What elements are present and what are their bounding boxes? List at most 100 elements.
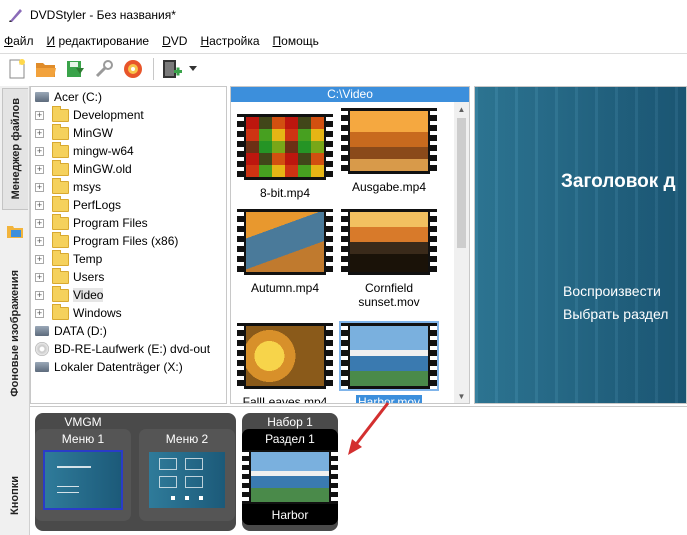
tree-folder[interactable]: + Temp bbox=[35, 249, 103, 268]
file-thumbnail[interactable]: Autumn.mp4 bbox=[235, 209, 335, 296]
expand-icon[interactable]: + bbox=[35, 164, 44, 174]
thumb-chapter-box bbox=[185, 476, 203, 488]
settings-button[interactable] bbox=[91, 57, 117, 81]
tree-folder-label: MinGW bbox=[73, 126, 113, 140]
title-bar: DVDStyler - Без названия* bbox=[0, 0, 687, 30]
expand-icon[interactable]: + bbox=[35, 236, 44, 246]
file-thumbnail[interactable]: 8-bit.mp4 bbox=[235, 114, 335, 201]
chapter-label: Раздел 1 bbox=[265, 432, 315, 446]
open-project-button[interactable] bbox=[33, 57, 59, 81]
file-thumbnail[interactable]: FallLeaves.mp4 bbox=[235, 323, 335, 404]
tree-folder[interactable]: + Development bbox=[35, 105, 144, 124]
toolbar bbox=[0, 53, 687, 83]
burn-dvd-button[interactable] bbox=[120, 57, 146, 81]
folder-image-icon bbox=[7, 226, 23, 238]
file-name: Cornfield sunset.mov bbox=[358, 281, 420, 309]
menu-file[interactable]: Файл bbox=[4, 34, 34, 48]
tree-folder[interactable]: + MinGW bbox=[35, 123, 113, 142]
expand-icon[interactable]: + bbox=[35, 110, 44, 120]
tree-folder[interactable]: + msys bbox=[35, 177, 101, 196]
expand-icon[interactable]: + bbox=[35, 272, 44, 282]
tab-backgrounds-label: Фоновые изображения bbox=[9, 269, 21, 397]
scroll-up-icon[interactable]: ▲ bbox=[454, 102, 469, 117]
open-folder-icon bbox=[36, 62, 56, 77]
thumb-nav-dot bbox=[199, 496, 203, 500]
tree-folder[interactable]: + PerfLogs bbox=[35, 195, 121, 214]
tree-folder[interactable]: + Users bbox=[35, 267, 104, 286]
expand-icon[interactable]: + bbox=[35, 290, 44, 300]
tab-buttons[interactable]: Кнопки bbox=[2, 456, 28, 534]
tree-folder[interactable]: + Windows bbox=[35, 303, 122, 322]
titleset-1-label: Набор 1 bbox=[267, 415, 313, 429]
add-file-dropdown-button[interactable] bbox=[187, 57, 199, 81]
thumb-chapter-box bbox=[185, 458, 203, 470]
new-project-button[interactable] bbox=[4, 57, 30, 81]
tab-file-manager[interactable]: Менеджер файлов bbox=[2, 88, 28, 210]
file-thumbnail[interactable]: Cornfield sunset.mov bbox=[339, 209, 439, 309]
tab-buttons-label: Кнопки bbox=[9, 475, 21, 515]
title-1-card[interactable]: Раздел 1 Harbor bbox=[242, 429, 338, 525]
expand-icon[interactable]: + bbox=[35, 218, 44, 228]
file-thumbnail[interactable]: Ausgabe.mp4 bbox=[339, 108, 439, 195]
scrollbar-thumb[interactable] bbox=[457, 118, 466, 248]
hard-drive-icon bbox=[35, 326, 49, 336]
tree-drive-e[interactable]: BD-RE-Laufwerk (E:) dvd-out bbox=[32, 340, 210, 358]
expand-icon[interactable]: + bbox=[35, 146, 44, 156]
menu-help[interactable]: Помощь bbox=[273, 34, 319, 48]
file-thumbnail-selected[interactable]: Harbor.mov bbox=[339, 321, 439, 403]
tree-drive-x[interactable]: Lokaler Datenträger (X:) bbox=[32, 358, 183, 376]
tree-drive-label: BD-RE-Laufwerk (E:) dvd-out bbox=[54, 342, 211, 356]
burn-disc-icon bbox=[124, 59, 142, 78]
tree-folder[interactable]: + mingw-w64 bbox=[35, 141, 134, 160]
toolbar-separator bbox=[153, 57, 154, 80]
hard-drive-icon bbox=[35, 92, 49, 102]
menu-1-card[interactable]: Меню 1 bbox=[35, 429, 131, 521]
folder-icon bbox=[52, 249, 69, 266]
tree-folder[interactable]: + Program Files (x86) bbox=[35, 231, 178, 250]
tree-drive-label: Acer (C:) bbox=[54, 90, 102, 104]
menu-2-card[interactable]: Меню 2 bbox=[139, 429, 235, 521]
save-project-button[interactable] bbox=[62, 57, 88, 81]
tree-drive-d[interactable]: DATA (D:) bbox=[32, 322, 107, 340]
tab-backgrounds[interactable]: Фоновые изображения bbox=[2, 254, 28, 412]
menu-2-label: Меню 2 bbox=[165, 432, 209, 446]
video-thumbnail-image bbox=[237, 323, 333, 389]
tab-directories-icon-button[interactable] bbox=[2, 216, 28, 246]
current-path: C:\Video bbox=[231, 87, 469, 102]
add-file-button[interactable] bbox=[158, 57, 184, 81]
scroll-down-icon[interactable]: ▼ bbox=[454, 389, 469, 403]
vmgm-label: VMGM bbox=[64, 415, 102, 429]
expand-icon[interactable]: + bbox=[35, 308, 44, 318]
folder-icon bbox=[52, 231, 69, 248]
menu-dvd[interactable]: DVD bbox=[162, 34, 187, 48]
file-name: FallLeaves.mp4 bbox=[242, 395, 328, 404]
menu-preview-canvas[interactable]: Заголовок д Воспроизвести Выбрать раздел bbox=[474, 86, 687, 404]
tree-drive-c[interactable]: Acer (C:) bbox=[32, 88, 102, 106]
tree-folder-label: Development bbox=[73, 108, 144, 122]
tree-folder-label: Temp bbox=[73, 252, 103, 266]
expand-icon[interactable]: + bbox=[35, 182, 44, 192]
video-thumbnail-image bbox=[341, 108, 437, 174]
file-name: 8-bit.mp4 bbox=[259, 186, 311, 200]
video-thumbnail-image bbox=[237, 114, 333, 180]
tree-folder-label: mingw-w64 bbox=[73, 144, 134, 158]
side-tabs: Менеджер файлов Фоновые изображения Кноп… bbox=[0, 86, 30, 535]
expand-icon[interactable]: + bbox=[35, 200, 44, 210]
menu-play-button[interactable]: Воспроизвести bbox=[563, 283, 661, 299]
dvdstyler-logo-icon bbox=[9, 9, 22, 22]
tree-folder[interactable]: + Program Files bbox=[35, 213, 148, 232]
thumb-button-line bbox=[57, 492, 79, 493]
menu-edit[interactable]: И редактирование bbox=[47, 34, 150, 48]
menu-title-text[interactable]: Заголовок д bbox=[561, 171, 676, 193]
tree-folder[interactable]: + MinGW.old bbox=[35, 159, 132, 178]
expand-icon[interactable]: + bbox=[35, 254, 44, 264]
directory-tree: Acer (C:) + Development + MinGW + mingw-… bbox=[30, 86, 227, 404]
tree-folder-label: MinGW.old bbox=[73, 162, 132, 176]
expand-icon[interactable]: + bbox=[35, 128, 44, 138]
vertical-scrollbar[interactable]: ▲ ▼ bbox=[454, 102, 469, 403]
tree-folder-selected[interactable]: + Video bbox=[35, 285, 104, 304]
menu-1-label: Меню 1 bbox=[61, 432, 105, 446]
menu-settings[interactable]: Настройка bbox=[200, 34, 259, 48]
thumb-button-line bbox=[57, 486, 79, 487]
menu-select-chapter-button[interactable]: Выбрать раздел bbox=[563, 306, 668, 322]
